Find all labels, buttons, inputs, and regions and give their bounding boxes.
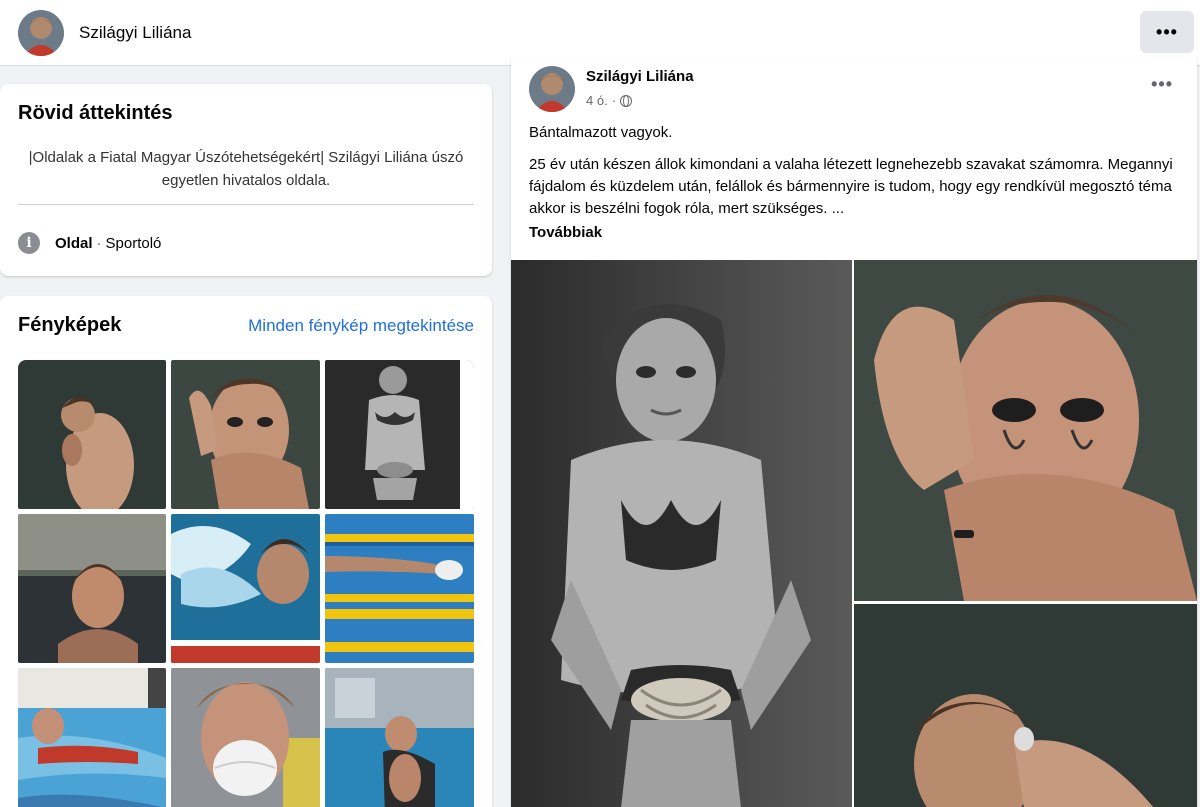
post-options-button[interactable]: ••• [1151,74,1173,95]
post-image-2[interactable] [854,260,1197,601]
page-name[interactable]: Szilágyi Liliána [79,23,191,43]
post-image-1[interactable] [511,260,852,807]
photos-card: Fényképek Minden fénykép megtekintése [0,296,492,807]
intro-description: |Oldalak a Fiatal Magyar Úszótehetségeké… [28,149,464,189]
page-type-row: i Oldal · Sportoló [18,232,161,254]
page-avatar[interactable] [18,9,64,56]
page-type-label: Oldal [55,234,93,252]
post-timestamp[interactable]: 4 ó. [586,93,608,108]
photo-thumbnail-1[interactable] [18,360,166,509]
globe-icon [620,94,633,107]
info-icon: i [18,232,40,254]
post-image-3[interactable] [854,604,1197,807]
photo-thumbnail-3[interactable] [325,360,474,509]
photo-thumbnail-8[interactable] [171,668,320,807]
see-more-link[interactable]: Továbbiak [529,224,602,241]
photo-thumbnail-4[interactable] [18,514,166,663]
photo-thumbnail-5[interactable] [171,514,320,663]
post-author-name[interactable]: Szilágyi Liliána [586,68,694,85]
photos-title: Fényképek [18,314,122,336]
post-media [511,260,1197,807]
page-category[interactable]: Sportoló [106,235,162,252]
post-card: Szilágyi Liliána 4 ó. · ••• Bántalmazott… [511,58,1197,807]
page-header: Szilágyi Liliána ••• [0,0,1200,66]
photo-thumbnail-7[interactable] [18,668,166,807]
photo-thumbnail-9[interactable] [325,668,474,807]
post-author-avatar[interactable] [529,66,575,112]
see-all-photos-link[interactable]: Minden fénykép megtekintése [248,316,474,336]
intro-divider [18,204,474,205]
meta-separator: · [611,93,617,108]
photo-grid [18,360,474,807]
photo-thumbnail-2[interactable] [171,360,320,509]
post-first-line: Bántalmazott vagyok. [529,124,673,141]
post-meta: 4 ó. · [586,93,633,108]
ellipsis-icon: ••• [1156,21,1178,42]
separator-dot: · [96,234,102,252]
intro-title: Rövid áttekintés [18,102,173,124]
post-body: 25 év után készen állok kimondani a vala… [529,156,1173,217]
photo-thumbnail-6[interactable] [325,514,474,663]
intro-card: Rövid áttekintés |Oldalak a Fiatal Magya… [0,84,492,276]
more-options-button[interactable]: ••• [1140,11,1194,53]
